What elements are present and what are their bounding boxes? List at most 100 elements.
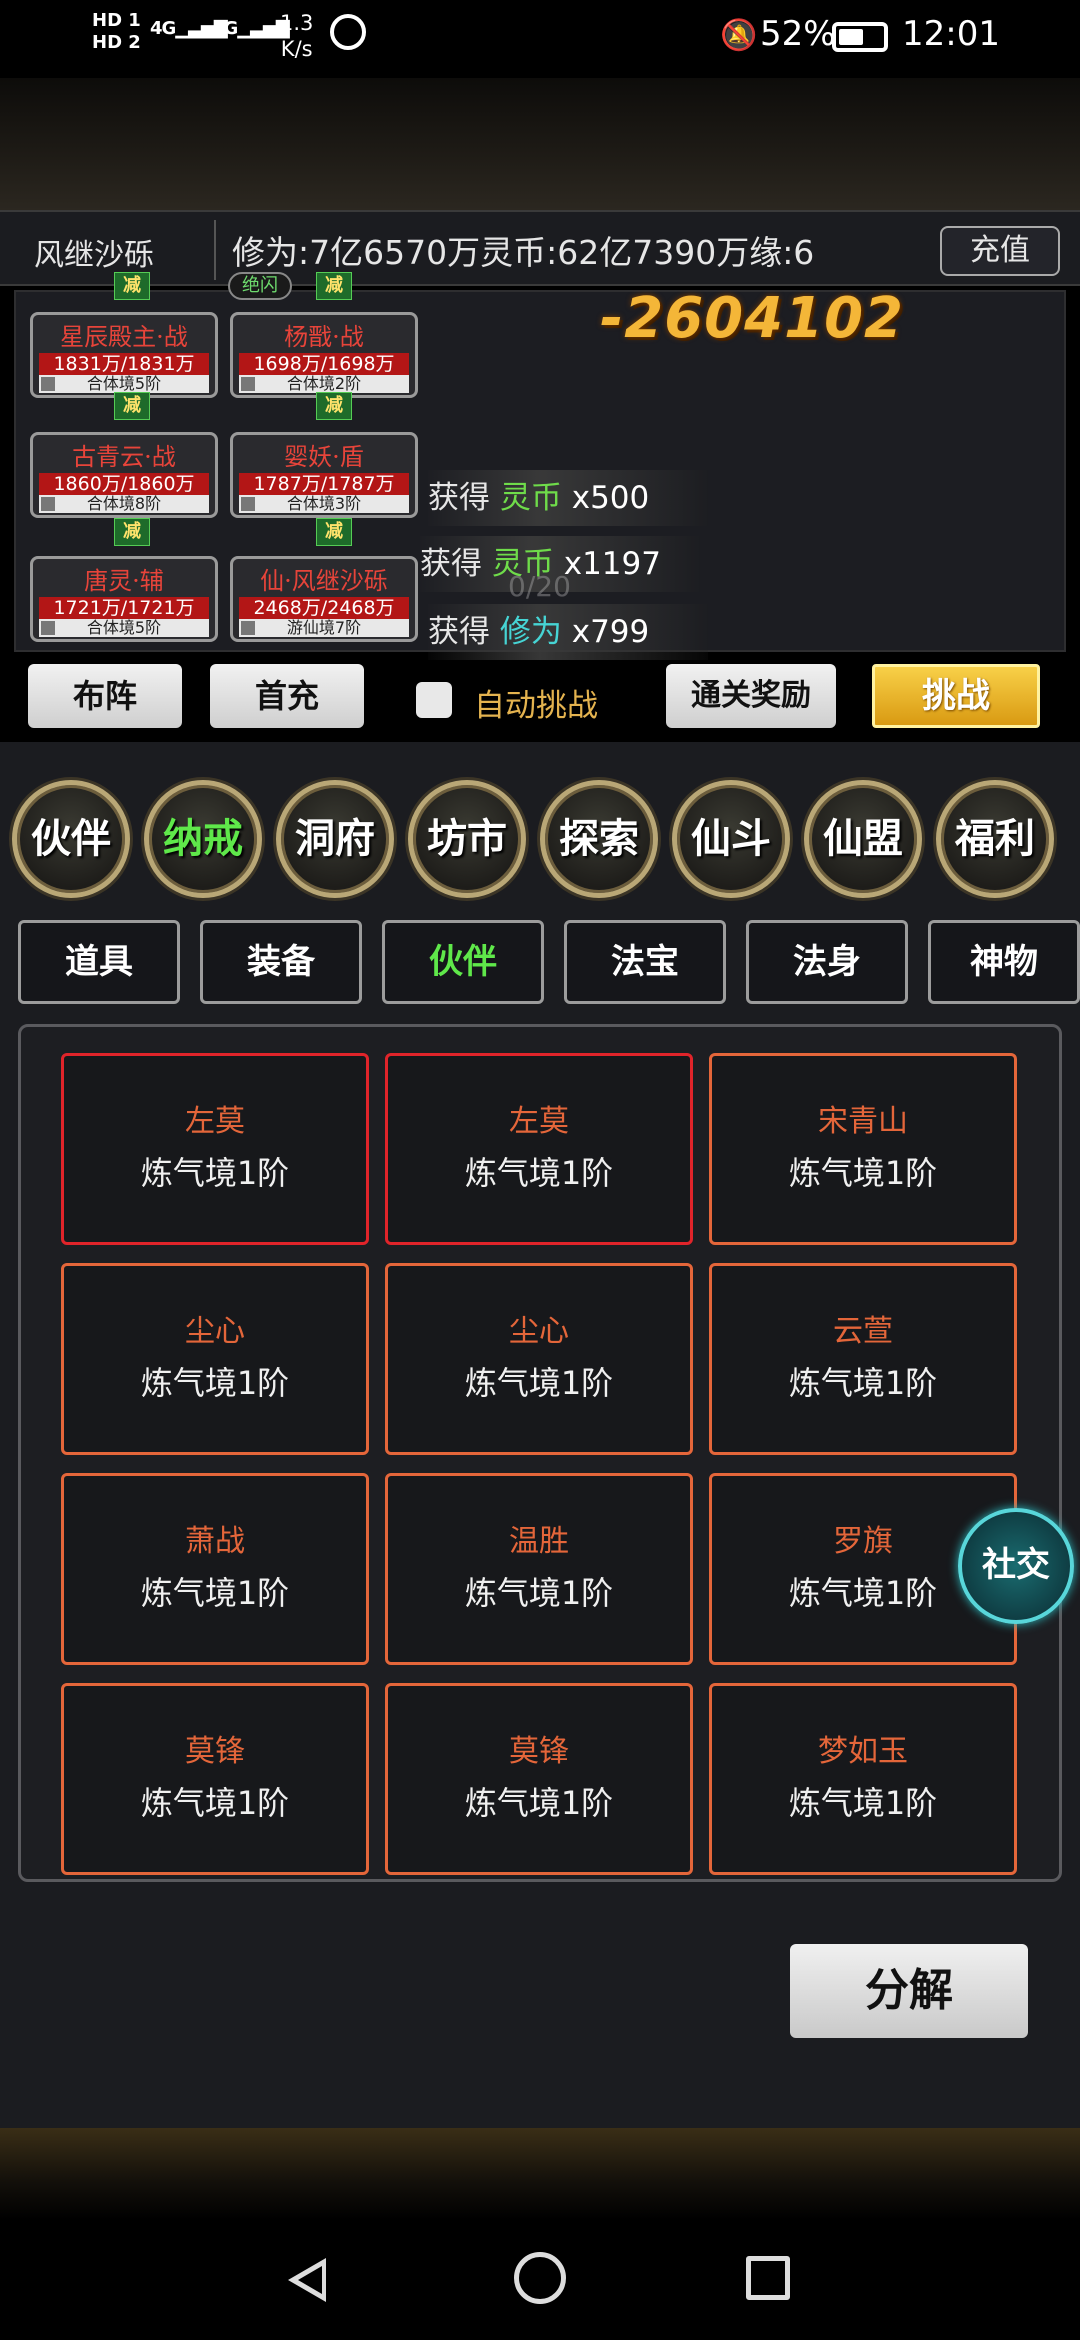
partner-level: 炼气境1阶 <box>788 1154 938 1192</box>
partner-name: 温胜 <box>509 1524 569 1559</box>
loot-line: 获得 修为 x799 <box>428 604 708 660</box>
auto-challenge-checkbox[interactable] <box>416 682 452 718</box>
unit-rank: 合体境5阶 <box>39 375 209 393</box>
partner-name: 梦如玉 <box>818 1734 908 1769</box>
unit-hp: 2468万/2468万 <box>239 597 409 619</box>
tab-avatar[interactable]: 法身 <box>746 920 908 1004</box>
tab-equipment[interactable]: 装备 <box>200 920 362 1004</box>
buff-tag: 绝闪 <box>228 272 292 300</box>
nav-storage-ring[interactable]: 纳戒 <box>144 780 262 898</box>
first-charge-button[interactable]: 首充 <box>210 664 364 728</box>
unit-hp: 1787万/1787万 <box>239 473 409 495</box>
unit-card[interactable]: 唐灵·辅 1721万/1721万 合体境5阶 <box>30 556 218 642</box>
unit-name: 星辰殿主·战 <box>60 323 188 351</box>
tab-partners[interactable]: 伙伴 <box>382 920 544 1004</box>
partner-card[interactable]: 宋青山 炼气境1阶 <box>709 1053 1017 1245</box>
partner-level: 炼气境1阶 <box>464 1574 614 1612</box>
tab-artifact[interactable]: 神物 <box>928 920 1080 1004</box>
unit-hp: 1831万/1831万 <box>39 353 209 375</box>
loot-line: 获得 灵币 x500 <box>428 470 708 526</box>
nav-alliance[interactable]: 仙盟 <box>804 780 922 898</box>
back-icon[interactable] <box>288 2258 326 2302</box>
partner-name: 尘心 <box>509 1314 569 1349</box>
partner-name: 宋青山 <box>818 1104 908 1139</box>
battery-percent: 52% <box>760 14 836 54</box>
partner-card[interactable]: 莫锋 炼气境1阶 <box>61 1683 369 1875</box>
recharge-button[interactable]: 充值 <box>940 226 1060 276</box>
clear-reward-button[interactable]: 通关奖励 <box>666 664 836 728</box>
home-icon[interactable] <box>514 2252 566 2304</box>
partner-grid: 左莫 炼气境1阶 左莫 炼气境1阶 宋青山 炼气境1阶 尘心 炼气境1阶 尘心 … <box>18 1024 1062 1882</box>
unit-rank: 合体境3阶 <box>239 495 409 513</box>
nav-arena[interactable]: 仙斗 <box>672 780 790 898</box>
debuff-icon: 减 <box>114 272 150 300</box>
debuff-icon: 减 <box>316 518 352 546</box>
unit-rank: 合体境2阶 <box>239 375 409 393</box>
unit-name: 古青云·战 <box>72 443 176 471</box>
partner-level: 炼气境1阶 <box>140 1364 290 1402</box>
nav-partner[interactable]: 伙伴 <box>12 780 130 898</box>
partner-card[interactable]: 云萱 炼气境1阶 <box>709 1263 1017 1455</box>
decompose-button[interactable]: 分解 <box>790 1944 1028 2038</box>
unit-rank: 合体境5阶 <box>39 619 209 637</box>
formation-button[interactable]: 布阵 <box>28 664 182 728</box>
battery-icon <box>832 22 888 52</box>
partner-level: 炼气境1阶 <box>464 1154 614 1192</box>
speed-value: 1.3 <box>280 11 314 35</box>
tab-treasure[interactable]: 法宝 <box>564 920 726 1004</box>
nav-market[interactable]: 坊市 <box>408 780 526 898</box>
partner-name: 莫锋 <box>185 1734 245 1769</box>
partner-card[interactable]: 梦如玉 炼气境1阶 <box>709 1683 1017 1875</box>
signal-icon-2: 4G▁▃▅▇ <box>212 18 290 39</box>
unit-hp: 1698万/1698万 <box>239 353 409 375</box>
partner-name: 云萱 <box>833 1314 893 1349</box>
unit-card[interactable]: 仙·风继沙砾 2468万/2468万 游仙境7阶 <box>230 556 418 642</box>
debuff-icon: 减 <box>316 272 352 300</box>
partner-card[interactable]: 左莫 炼气境1阶 <box>61 1053 369 1245</box>
debuff-icon: 减 <box>114 392 150 420</box>
unit-card[interactable]: 星辰殿主·战 1831万/1831万 合体境5阶 <box>30 312 218 398</box>
top-banner <box>0 78 1080 210</box>
partner-card[interactable]: 左莫 炼气境1阶 <box>385 1053 693 1245</box>
challenge-button[interactable]: 挑战 <box>872 664 1040 728</box>
social-button[interactable]: 社交 <box>958 1508 1074 1624</box>
partner-level: 炼气境1阶 <box>788 1364 938 1402</box>
loot-label: 获得 <box>420 546 482 582</box>
recent-apps-icon[interactable] <box>746 2256 790 2300</box>
loot-item: 修为 <box>499 614 562 650</box>
player-name: 风继沙砾 <box>34 238 154 273</box>
partner-name: 莫锋 <box>509 1734 569 1769</box>
damage-number: -2604102 <box>600 286 904 351</box>
loot-label: 获得 <box>428 480 490 516</box>
partner-card[interactable]: 萧战 炼气境1阶 <box>61 1473 369 1665</box>
unit-card[interactable]: 杨戬·战 1698万/1698万 合体境2阶 <box>230 312 418 398</box>
mute-bell-icon: 🔕 <box>720 18 758 53</box>
partner-card[interactable]: 尘心 炼气境1阶 <box>385 1263 693 1455</box>
divider <box>214 220 216 280</box>
loot-amount: x500 <box>571 480 650 516</box>
network-speed: 1.3 K/s <box>280 10 313 62</box>
partner-level: 炼气境1阶 <box>140 1574 290 1612</box>
nav-explore[interactable]: 探索 <box>540 780 658 898</box>
partner-level: 炼气境1阶 <box>788 1784 938 1822</box>
nav-cave[interactable]: 洞府 <box>276 780 394 898</box>
nav-welfare[interactable]: 福利 <box>936 780 1054 898</box>
partner-name: 尘心 <box>185 1314 245 1349</box>
partner-name: 左莫 <box>185 1104 245 1139</box>
unit-card[interactable]: 古青云·战 1860万/1860万 合体境8阶 <box>30 432 218 518</box>
wave-progress: 0/20 <box>508 570 571 603</box>
debuff-icon: 减 <box>316 392 352 420</box>
unit-hp: 1721万/1721万 <box>39 597 209 619</box>
unit-card[interactable]: 婴妖·盾 1787万/1787万 合体境3阶 <box>230 432 418 518</box>
system-nav-bar <box>0 2220 1080 2340</box>
partner-card[interactable]: 尘心 炼气境1阶 <box>61 1263 369 1455</box>
partner-level: 炼气境1阶 <box>140 1784 290 1822</box>
partner-level: 炼气境1阶 <box>140 1154 290 1192</box>
partner-name: 萧战 <box>185 1524 245 1559</box>
partner-card[interactable]: 温胜 炼气境1阶 <box>385 1473 693 1665</box>
tab-items[interactable]: 道具 <box>18 920 180 1004</box>
partner-level: 炼气境1阶 <box>464 1364 614 1402</box>
unit-name: 婴妖·盾 <box>284 443 364 471</box>
partner-card[interactable]: 莫锋 炼气境1阶 <box>385 1683 693 1875</box>
loot-amount: x1197 <box>563 546 661 582</box>
